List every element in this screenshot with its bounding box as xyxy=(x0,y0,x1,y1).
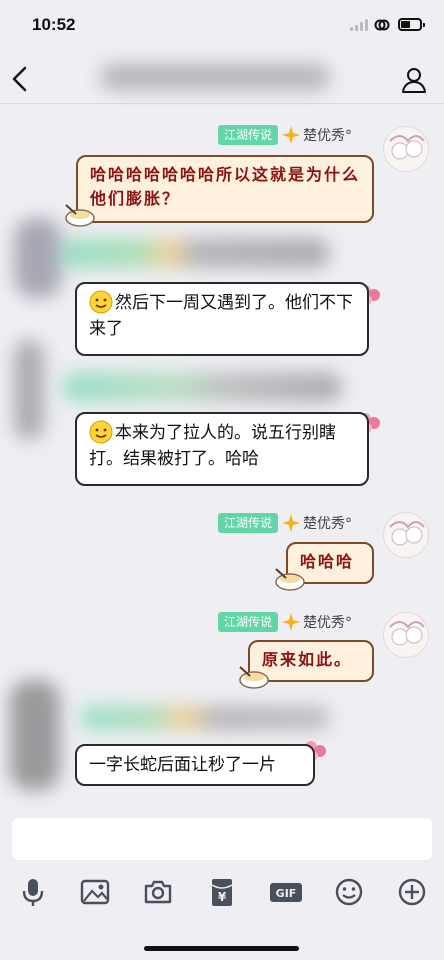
input-toolbar: ¥ GIF xyxy=(0,868,444,916)
message-bubble[interactable]: 哈哈哈哈哈哈哈所以这就是为什么他们膨胀？ xyxy=(76,155,374,223)
rice-bowl-deco-icon xyxy=(239,666,269,689)
message-text: 本来为了拉人的。说五行别瞎打。结果被打了。哈哈 xyxy=(89,423,336,469)
message-bubble[interactable]: 然后下一周又遇到了。他们不下来了 xyxy=(75,282,369,356)
home-indicator xyxy=(144,946,299,951)
blurred-sender-name xyxy=(60,238,330,268)
blurred-avatar xyxy=(10,680,60,790)
chat-header xyxy=(0,54,444,104)
microphone-icon[interactable] xyxy=(17,876,49,908)
red-packet-icon[interactable]: ¥ xyxy=(206,876,238,908)
message-bubble[interactable]: 本来为了拉人的。说五行别瞎打。结果被打了。哈哈 xyxy=(75,412,369,486)
plus-icon[interactable] xyxy=(396,876,428,908)
blurred-sender-name xyxy=(80,706,330,730)
rice-bowl-deco-icon xyxy=(65,204,95,227)
sender-name: 楚优秀° xyxy=(303,128,353,144)
avatar[interactable] xyxy=(383,612,429,658)
message-input[interactable] xyxy=(12,818,432,860)
svg-text:GIF: GIF xyxy=(276,887,297,900)
star-icon xyxy=(282,514,301,532)
status-bar: 10:52 xyxy=(0,0,444,54)
svg-text:¥: ¥ xyxy=(218,890,227,904)
contact-icon[interactable] xyxy=(400,66,430,94)
star-icon xyxy=(282,126,301,144)
link-icon xyxy=(374,19,390,31)
blurred-avatar xyxy=(14,340,44,440)
signal-icon xyxy=(350,19,368,31)
message-text: 哈哈哈 xyxy=(300,552,355,571)
avatar[interactable] xyxy=(383,126,429,172)
sender-tag-row: 江湖传说 楚优秀° xyxy=(218,124,352,146)
sender-tag-row: 江湖传说 楚优秀° xyxy=(218,512,352,534)
camera-icon[interactable] xyxy=(142,876,174,908)
gif-icon[interactable]: GIF xyxy=(268,876,304,908)
status-time: 10:52 xyxy=(32,15,76,34)
sender-tag-row: 江湖传说 楚优秀° xyxy=(218,611,352,633)
smile-emoji-icon xyxy=(89,290,113,314)
rank-badge: 江湖传说 xyxy=(218,612,279,632)
blurred-chat-title xyxy=(100,64,330,90)
avatar[interactable] xyxy=(383,512,429,558)
message-text: 哈哈哈哈哈哈哈所以这就是为什么他们膨胀？ xyxy=(90,165,361,208)
rice-bowl-deco-icon xyxy=(275,568,305,591)
battery-icon xyxy=(398,18,425,31)
star-icon xyxy=(282,613,301,631)
sender-name: 楚优秀° xyxy=(303,615,353,631)
smile-emoji-icon xyxy=(89,420,113,444)
message-text: 然后下一周又遇到了。他们不下来了 xyxy=(89,293,353,339)
back-chevron-icon[interactable] xyxy=(8,63,32,95)
message-text: 原来如此。 xyxy=(262,650,353,669)
rank-badge: 江湖传说 xyxy=(218,125,279,145)
blurred-sender-name xyxy=(62,372,342,402)
message-bubble[interactable]: 一字长蛇后面让秒了一片 xyxy=(75,744,315,786)
rank-badge: 江湖传说 xyxy=(218,513,279,533)
sender-name: 楚优秀° xyxy=(303,516,353,532)
emoji-icon[interactable] xyxy=(333,876,365,908)
image-icon[interactable] xyxy=(79,876,111,908)
blurred-avatar xyxy=(14,218,62,298)
message-text: 一字长蛇后面让秒了一片 xyxy=(89,755,276,775)
